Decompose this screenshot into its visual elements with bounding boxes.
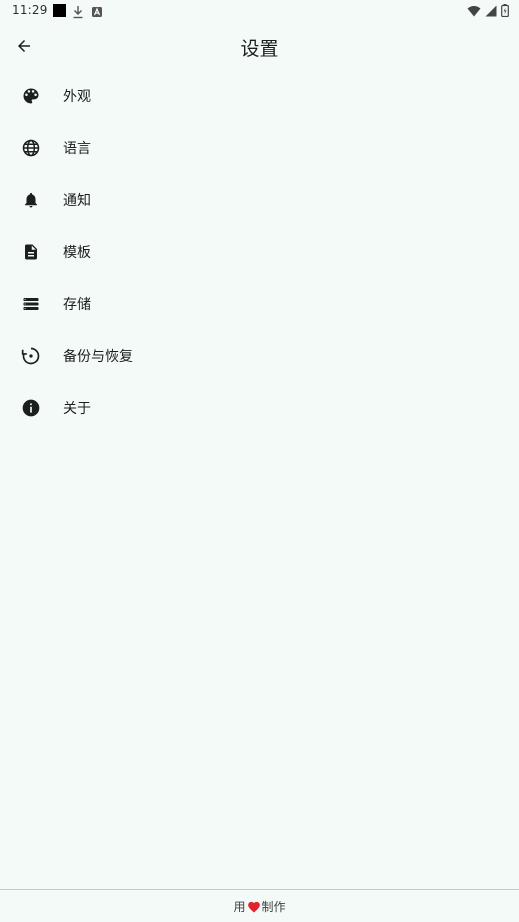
storage-icon bbox=[21, 294, 41, 314]
app-bar: 设置 bbox=[0, 22, 519, 70]
black-square-notification-icon bbox=[53, 4, 66, 17]
globe-icon bbox=[21, 138, 41, 158]
download-notification-icon bbox=[72, 4, 84, 19]
settings-item-templates[interactable]: 模板 bbox=[0, 226, 519, 278]
settings-item-label: 存储 bbox=[63, 297, 91, 313]
battery-icon bbox=[501, 2, 509, 21]
settings-item-label: 语言 bbox=[63, 141, 91, 157]
settings-screen: 11:29 设置 外观 语言 通知 模板 存储 备份与恢复 关于 用 制作 bbox=[0, 0, 519, 922]
settings-item-label: 通知 bbox=[63, 193, 91, 209]
settings-item-language[interactable]: 语言 bbox=[0, 122, 519, 174]
settings-item-notifications[interactable]: 通知 bbox=[0, 174, 519, 226]
settings-item-label: 关于 bbox=[63, 401, 91, 417]
settings-item-label: 备份与恢复 bbox=[63, 349, 133, 365]
settings-item-label: 模板 bbox=[63, 245, 91, 261]
footer-suffix: 制作 bbox=[261, 899, 286, 914]
settings-item-storage[interactable]: 存储 bbox=[0, 278, 519, 330]
footer-prefix: 用 bbox=[233, 899, 246, 914]
bell-icon bbox=[21, 190, 41, 210]
status-right-icons bbox=[467, 3, 509, 19]
heart-icon bbox=[247, 900, 261, 913]
restore-icon bbox=[21, 346, 41, 366]
signal-icon bbox=[485, 2, 497, 21]
settings-item-appearance[interactable]: 外观 bbox=[0, 70, 519, 122]
settings-item-label: 外观 bbox=[63, 89, 91, 105]
footer-made-with-love: 用 制作 bbox=[233, 898, 285, 915]
document-icon bbox=[21, 242, 41, 262]
app-notification-icon bbox=[91, 4, 103, 18]
wifi-icon bbox=[467, 2, 481, 21]
footer: 用 制作 bbox=[0, 889, 519, 922]
settings-item-backup-restore[interactable]: 备份与恢复 bbox=[0, 330, 519, 382]
info-icon bbox=[21, 398, 41, 418]
settings-item-about[interactable]: 关于 bbox=[0, 382, 519, 434]
palette-icon bbox=[21, 86, 41, 106]
page-title: 设置 bbox=[240, 38, 279, 60]
settings-list: 外观 语言 通知 模板 存储 备份与恢复 关于 bbox=[0, 70, 519, 434]
status-bar: 11:29 bbox=[0, 0, 519, 22]
status-time: 11:29 bbox=[12, 3, 48, 17]
